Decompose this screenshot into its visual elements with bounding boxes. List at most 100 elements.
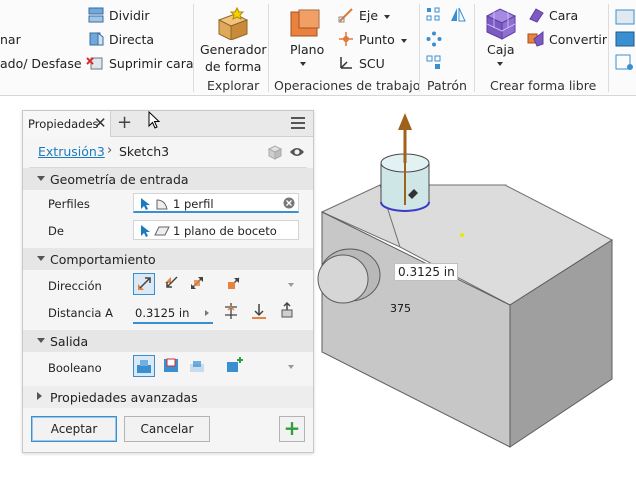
point-button[interactable]: Punto bbox=[359, 32, 407, 47]
extents-between-button[interactable] bbox=[221, 301, 243, 323]
convert-icon[interactable] bbox=[527, 30, 545, 51]
plane-icon[interactable] bbox=[289, 8, 321, 41]
direction-label: Dirección bbox=[48, 279, 102, 293]
section-title: Propiedades avanzadas bbox=[50, 390, 198, 405]
profile-icon bbox=[156, 199, 168, 210]
box-icon[interactable] bbox=[484, 6, 518, 43]
properties-panel: Propiedades ✕ + Extrusión3 › Sketch3 Geo… bbox=[22, 110, 314, 453]
mirror-icon[interactable] bbox=[450, 6, 466, 27]
panel-tab-bar: Propiedades ✕ + bbox=[23, 111, 313, 137]
partial-tool-icon[interactable] bbox=[615, 30, 635, 51]
section-input-geometry[interactable]: Geometría de entrada bbox=[23, 168, 313, 190]
shape-generator-icon[interactable] bbox=[213, 6, 251, 43]
distance-input[interactable]: 0.3125 in bbox=[133, 304, 213, 324]
boolean-join-button[interactable] bbox=[133, 355, 155, 377]
apply-new-button[interactable]: + bbox=[279, 416, 305, 442]
boolean-intersect-button[interactable] bbox=[187, 355, 209, 377]
ucs-button[interactable]: SCU bbox=[359, 56, 385, 71]
sketch-pattern-icon[interactable] bbox=[426, 55, 442, 74]
section-advanced-properties[interactable]: Propiedades avanzadas bbox=[23, 386, 313, 408]
profiles-value: 1 perfil bbox=[173, 197, 214, 211]
point-icon[interactable] bbox=[338, 31, 354, 50]
cancel-button[interactable]: Cancelar bbox=[124, 416, 210, 442]
breadcrumb-extrusion-link[interactable]: Extrusión3 bbox=[38, 144, 105, 159]
direct-edit-icon[interactable] bbox=[88, 31, 104, 50]
shape-generator-label-1[interactable]: Generador bbox=[200, 42, 267, 57]
split-icon[interactable] bbox=[88, 7, 104, 26]
direction-asymmetric-button[interactable] bbox=[224, 273, 246, 295]
chevron-down-icon bbox=[37, 176, 45, 181]
shape-generator-label-2[interactable]: de forma bbox=[205, 59, 261, 74]
convert-button[interactable]: Convertir bbox=[549, 32, 607, 47]
from-value: 1 plano de boceto bbox=[173, 224, 277, 238]
ribbon-separator bbox=[419, 4, 420, 92]
box-button[interactable]: Caja bbox=[487, 42, 515, 57]
hamburger-menu-icon[interactable] bbox=[291, 117, 305, 129]
section-title: Comportamiento bbox=[50, 252, 156, 267]
distance-value: 0.3125 in bbox=[135, 306, 190, 320]
add-tab-icon[interactable]: + bbox=[117, 112, 132, 133]
ribbon-separator bbox=[608, 4, 609, 92]
select-cursor-icon bbox=[141, 225, 150, 237]
section-title: Salida bbox=[50, 334, 89, 349]
ribbon-separator bbox=[474, 4, 475, 92]
rectangular-pattern-icon[interactable] bbox=[426, 7, 442, 26]
section-behavior[interactable]: Comportamiento bbox=[23, 248, 313, 270]
extents-through-all-button[interactable] bbox=[277, 301, 299, 323]
ribbon-separator bbox=[193, 4, 194, 92]
axis-label: Eje bbox=[359, 8, 379, 23]
select-cursor-icon bbox=[141, 198, 150, 210]
clear-icon[interactable] bbox=[283, 197, 295, 209]
direction-symmetric-button[interactable] bbox=[187, 273, 209, 295]
eye-icon[interactable] bbox=[289, 146, 305, 161]
group-label-operaciones: Operaciones de trabajo bbox=[274, 78, 421, 93]
face-icon[interactable] bbox=[528, 7, 544, 26]
axis-button[interactable]: Eje bbox=[359, 8, 391, 23]
boolean-cut-button[interactable] bbox=[161, 355, 183, 377]
circular-pattern-icon[interactable] bbox=[426, 31, 442, 50]
group-label-crear-forma-libre: Crear forma libre bbox=[490, 78, 597, 93]
delete-face-icon[interactable] bbox=[86, 55, 104, 74]
mouse-cursor-icon bbox=[148, 111, 161, 129]
ribbon: nar ado/ Desfase Dividir Directa Suprimi… bbox=[0, 0, 636, 96]
breadcrumb-current: Sketch3 bbox=[119, 144, 170, 159]
chevron-down-icon bbox=[37, 256, 45, 261]
face-button[interactable]: Cara bbox=[549, 8, 578, 23]
extents-to-button[interactable] bbox=[249, 301, 271, 323]
chevron-down-icon[interactable] bbox=[288, 365, 294, 369]
direction-default-button[interactable] bbox=[133, 273, 155, 295]
split-button[interactable]: Dividir bbox=[109, 8, 150, 23]
plane-dropdown-caret[interactable] bbox=[300, 62, 306, 66]
group-label-patron: Patrón bbox=[427, 78, 467, 93]
chevron-down-icon[interactable] bbox=[288, 283, 294, 287]
partial-tool-icon[interactable] bbox=[615, 8, 635, 29]
direction-flipped-button[interactable] bbox=[161, 273, 183, 295]
side-boss-face bbox=[317, 254, 369, 304]
section-output[interactable]: Salida bbox=[23, 330, 313, 352]
cube-icon[interactable] bbox=[267, 144, 283, 163]
partial-tool-icon[interactable] bbox=[615, 53, 635, 74]
from-selector[interactable]: 1 plano de boceto bbox=[133, 220, 299, 240]
profiles-selector[interactable]: 1 perfil bbox=[133, 193, 299, 213]
from-label: De bbox=[48, 224, 64, 238]
ok-button[interactable]: Aceptar bbox=[31, 416, 117, 442]
close-icon[interactable]: ✕ bbox=[94, 114, 107, 132]
section-title: Geometría de entrada bbox=[50, 172, 189, 187]
tab-properties[interactable]: Propiedades ✕ bbox=[23, 111, 111, 137]
chevron-right-icon bbox=[37, 392, 42, 400]
chevron-right-icon[interactable] bbox=[205, 310, 209, 316]
boolean-label: Booleano bbox=[48, 361, 102, 375]
ribbon-partial-command[interactable]: nar bbox=[0, 32, 21, 47]
box-dropdown-caret[interactable] bbox=[497, 62, 503, 66]
ucs-icon[interactable] bbox=[338, 55, 354, 74]
boolean-new-solid-button[interactable] bbox=[224, 355, 246, 377]
plane-button[interactable]: Plano bbox=[290, 42, 324, 57]
ribbon-partial-command-offset[interactable]: ado/ Desfase bbox=[0, 56, 82, 71]
profiles-label: Perfiles bbox=[48, 197, 90, 211]
axis-icon[interactable] bbox=[338, 7, 354, 26]
sketch-point bbox=[460, 233, 464, 237]
chevron-down-icon bbox=[37, 338, 45, 343]
delete-face-button[interactable]: Suprimir cara bbox=[109, 56, 194, 71]
dimension-input[interactable]: 0.3125 in bbox=[394, 263, 458, 281]
direct-edit-button[interactable]: Directa bbox=[109, 32, 154, 47]
